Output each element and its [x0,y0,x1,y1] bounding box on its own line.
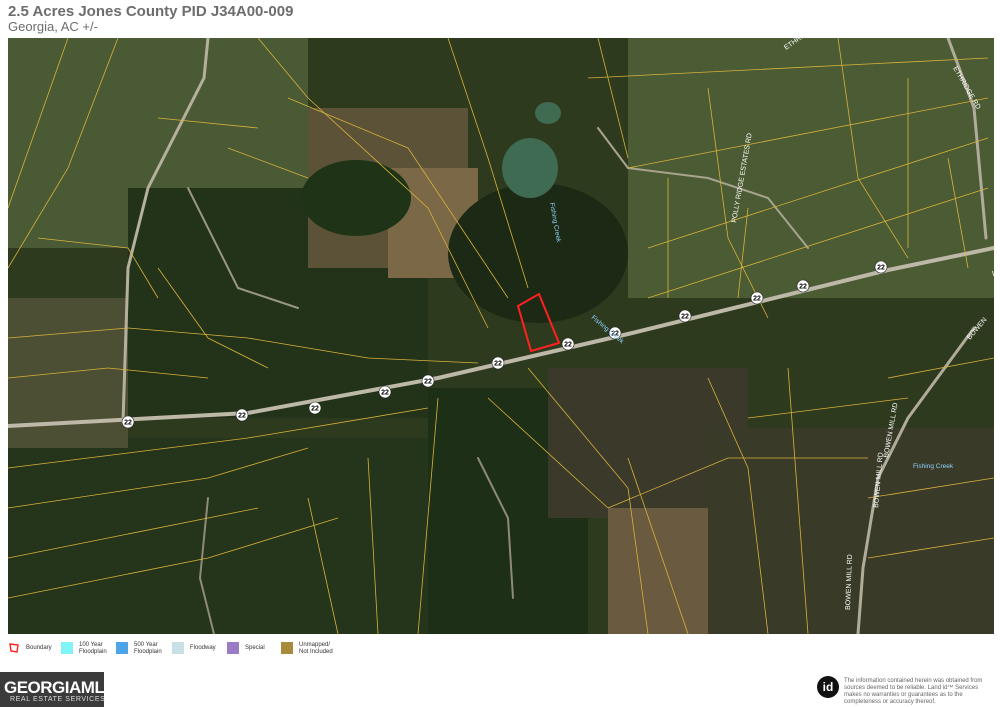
disclaimer-text: The information contained herein was obt… [844,678,983,705]
svg-text:22: 22 [799,284,807,291]
creek-label: Fishing Creek [913,463,954,470]
svg-text:22: 22 [381,390,389,397]
legend-label: 500 Year Floodplain [134,642,162,655]
route-22-shield-icon: 22 [421,374,435,388]
route-22-shield-icon: 22 [796,279,810,293]
svg-text:22: 22 [124,420,132,427]
brand-name: GEORGIAMLS [4,678,116,697]
legend-label: Boundary [26,645,52,651]
special-swatch-icon [227,642,239,654]
svg-text:22: 22 [424,379,432,386]
floodplain-100-swatch-icon [61,642,73,654]
svg-text:22: 22 [238,413,246,420]
legend-label: Floodway [190,645,216,651]
floodway-swatch-icon [172,642,184,654]
route-22-shield-icon: 22 [308,401,322,415]
route-22-shield-icon: 22 [235,408,249,422]
route-22-shield-icon: 22 [491,356,505,370]
legend-label: Unmapped/ Not Included [299,642,333,655]
brand-subtitle: REAL ESTATE SERVICES [10,696,106,703]
route-22-shield-icon: 22 [121,415,135,429]
road-label: W [992,271,994,278]
route-22-shield-icon: 22 [561,337,575,351]
boundary-swatch-icon [9,643,19,653]
svg-text:22: 22 [311,406,319,413]
georgia-mls-logo: GEORGIAMLS REAL ESTATE SERVICES [0,672,116,707]
legend-label: 100 Year Floodplain [79,642,107,655]
page-subtitle: Georgia, AC +/- [8,19,98,34]
route-22-shield-icon: 22 [874,260,888,274]
route-22-shield-icon: 22 [678,309,692,323]
land-id-logo-icon: id [817,676,839,698]
route-22-shield-icon: 22 [378,385,392,399]
route-22-shield-icon: 22 [750,291,764,305]
floodplain-500-swatch-icon [116,642,128,654]
svg-text:22: 22 [564,342,572,349]
svg-text:22: 22 [877,265,885,272]
terrain [8,38,994,634]
svg-text:22: 22 [753,296,761,303]
unmapped-swatch-icon [281,642,293,654]
page-title: 2.5 Acres Jones County PID J34A00-009 [8,3,294,20]
legend-label: Special [245,645,265,651]
svg-text:22: 22 [681,314,689,321]
map-canvas: 222222222222222222222222 ETHRIDGE RDETHR… [8,38,994,634]
svg-text:22: 22 [494,361,502,368]
aerial-map[interactable]: 222222222222222222222222 ETHRIDGE RDETHR… [8,38,994,634]
